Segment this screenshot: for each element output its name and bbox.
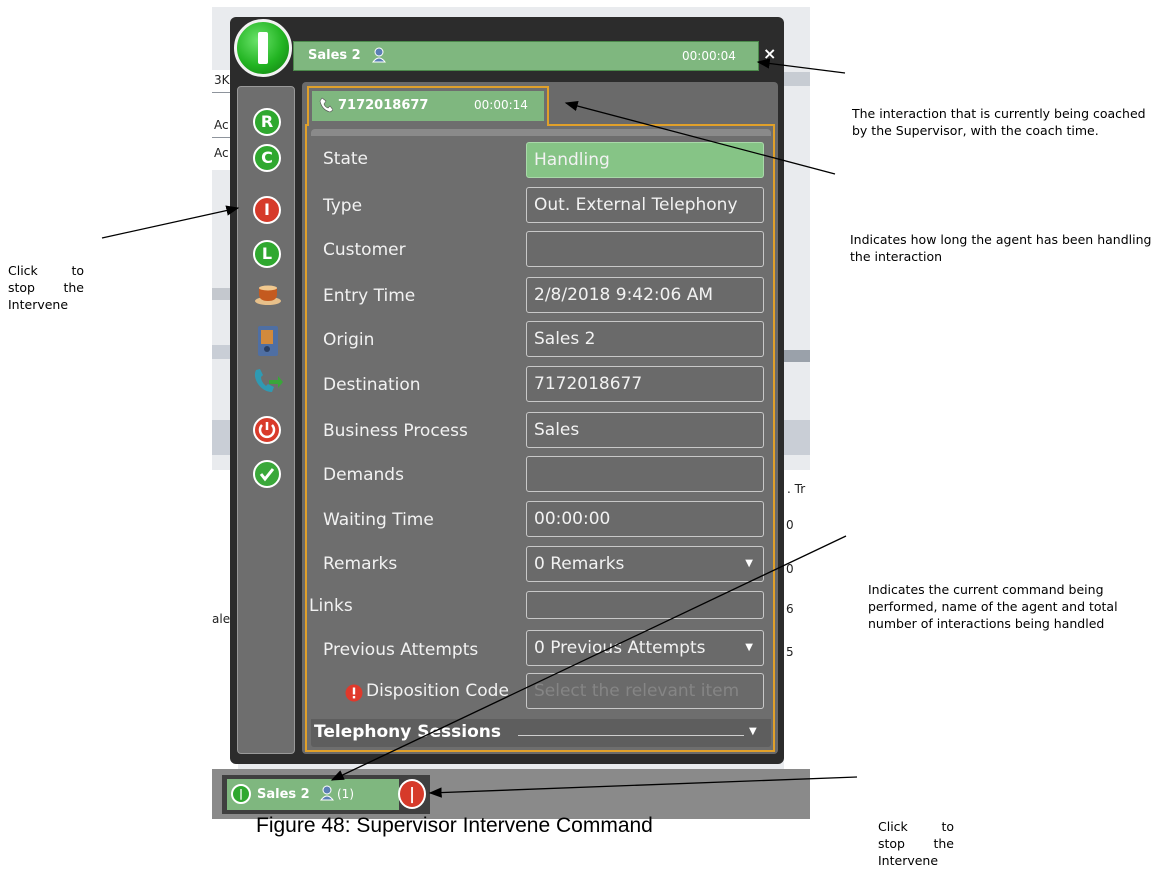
disposition-code-label: Disposition Code	[366, 681, 509, 701]
annotation-arrows	[101, 58, 858, 798]
